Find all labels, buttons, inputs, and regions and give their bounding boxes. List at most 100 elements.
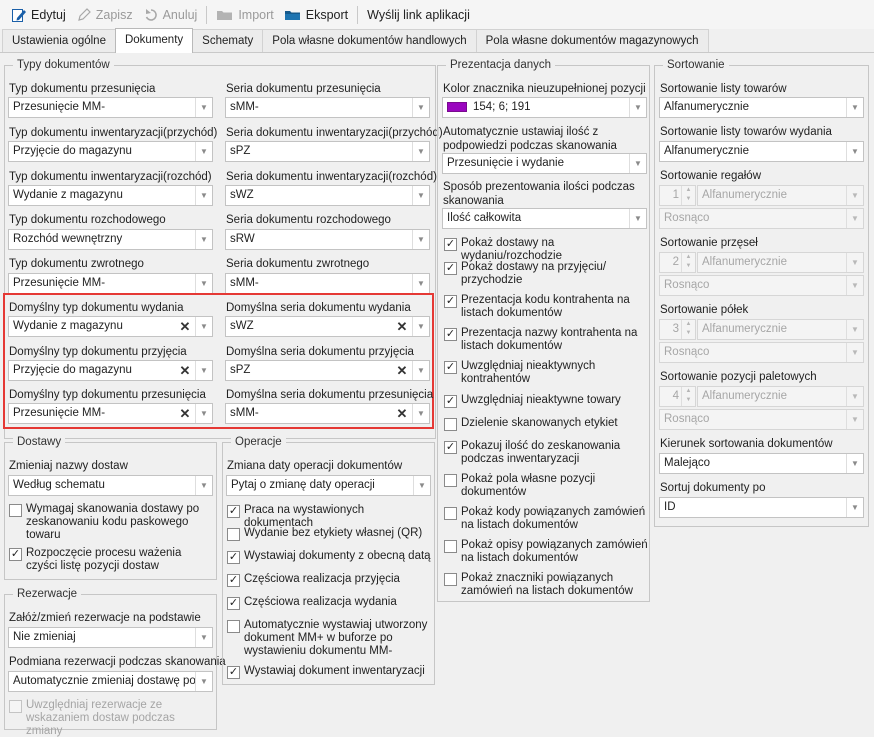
default-receipt-type-combo[interactable]: Przyjęcie do magazynu ✕ ▼	[8, 360, 213, 381]
reservation-basis-combo[interactable]: Nie zmieniaj ▼	[8, 627, 213, 648]
chevron-down-icon[interactable]: ▼	[846, 410, 863, 429]
documents-sort-by-combo[interactable]: ID ▼	[659, 497, 864, 518]
presentation-checkbox[interactable]: ✓ Uwzględniaj nieaktywne towary	[444, 394, 649, 408]
chevron-down-icon[interactable]: ▼	[412, 404, 429, 423]
default-issue-type-combo[interactable]: Wydanie z magazynu ✕ ▼	[8, 316, 213, 337]
reservation-swap-combo[interactable]: Automatycznie zmieniaj dostawę po... ▼	[8, 671, 213, 692]
bays-order-combo[interactable]: Rosnąco ▼	[659, 275, 864, 296]
auto-quantity-combo[interactable]: Przesunięcie i wydanie ▼	[442, 153, 647, 174]
chevron-down-icon[interactable]: ▼	[846, 320, 863, 339]
chevron-down-icon[interactable]: ▼	[195, 274, 212, 293]
checkbox-box[interactable]: ✓	[444, 441, 457, 454]
default-receipt-series-combo[interactable]: sPZ ✕ ▼	[225, 360, 430, 381]
tab-documents[interactable]: Dokumenty	[114, 28, 194, 53]
checkbox-box[interactable]: ✓	[444, 395, 457, 408]
chevron-down-icon[interactable]: ▼	[412, 317, 429, 336]
export-button[interactable]: Eksport	[279, 4, 353, 26]
checkbox-box[interactable]: ✓	[227, 666, 240, 679]
checkbox-box[interactable]	[444, 573, 457, 586]
pallet-positions-order-spinner[interactable]: 4 ▲ ▼	[659, 386, 696, 407]
bays-mode-combo[interactable]: Alfanumerycznie ▼	[697, 252, 864, 273]
chevron-down-icon[interactable]: ▼	[846, 387, 863, 406]
inventory-in-series-combo[interactable]: sPZ ▼	[225, 141, 430, 162]
checkbox-box[interactable]	[444, 540, 457, 553]
presentation-checkbox[interactable]: ✓ Pokaż dostawy na przyjęciu/ przychodzie	[444, 261, 649, 287]
transfer-series-combo[interactable]: sMM- ▼	[225, 97, 430, 118]
inventory-out-series-combo[interactable]: sWZ ▼	[225, 185, 430, 206]
presentation-checkbox[interactable]: ✓ Pokaż dostawy na wydaniu/rozchodzie	[444, 237, 649, 263]
spinner-arrows-icon[interactable]: ▲ ▼	[681, 253, 695, 272]
issue-series-combo[interactable]: sRW ▼	[225, 229, 430, 250]
rename-deliveries-combo[interactable]: Według schematu ▼	[8, 475, 213, 496]
presentation-checkbox[interactable]: ✓ Prezentacja nazwy kontrahenta na listac…	[444, 327, 649, 353]
checkbox-box[interactable]	[9, 700, 22, 713]
pallet-positions-order-combo[interactable]: Rosnąco ▼	[659, 409, 864, 430]
chevron-down-icon[interactable]: ▼	[195, 98, 212, 117]
chevron-down-icon[interactable]: ▼	[195, 317, 212, 336]
checkbox-box[interactable]: ✓	[444, 238, 457, 251]
goods-sort-combo[interactable]: Alfanumerycznie ▼	[659, 97, 864, 118]
operations-checkbox[interactable]: ✓ Wystawiaj dokumenty z obecną datą	[227, 550, 432, 564]
chevron-down-icon[interactable]: ▼	[846, 498, 863, 517]
chevron-down-icon[interactable]: ▼	[413, 476, 430, 495]
presentation-checkbox[interactable]: Pokaż pola własne pozycji dokumentów	[444, 473, 649, 499]
chevron-down-icon[interactable]: ▼	[629, 98, 646, 117]
clear-icon[interactable]: ✕	[392, 317, 412, 336]
checkbox-box[interactable]: ✓	[227, 597, 240, 610]
spinner-arrows-icon[interactable]: ▲ ▼	[681, 387, 695, 406]
marker-color-combo[interactable]: 154; 6; 191 ▼	[442, 97, 647, 118]
chevron-down-icon[interactable]: ▼	[846, 253, 863, 272]
chevron-down-icon[interactable]: ▼	[412, 142, 429, 161]
chevron-down-icon[interactable]: ▼	[195, 404, 212, 423]
clear-icon[interactable]: ✕	[392, 361, 412, 380]
shelves-mode-combo[interactable]: Alfanumerycznie ▼	[697, 319, 864, 340]
operations-checkbox[interactable]: Automatycznie wystawiaj utworzony dokume…	[227, 619, 432, 658]
checkbox-box[interactable]	[444, 418, 457, 431]
pallet-positions-mode-combo[interactable]: Alfanumerycznie ▼	[697, 386, 864, 407]
operations-checkbox[interactable]: ✓ Częściowa realizacja przyjęcia	[227, 573, 432, 587]
presentation-checkbox[interactable]: Dzielenie skanowanych etykiet	[444, 417, 649, 431]
date-change-combo[interactable]: Pytaj o zmianę daty operacji ▼	[226, 475, 431, 496]
tab-schemes[interactable]: Schematy	[192, 29, 264, 52]
chevron-down-icon[interactable]: ▼	[412, 230, 429, 249]
send-link-button[interactable]: Wyślij link aplikacji	[362, 4, 475, 26]
clear-icon[interactable]: ✕	[392, 404, 412, 423]
return-series-combo[interactable]: sMM- ▼	[225, 273, 430, 294]
checkbox-box[interactable]: ✓	[444, 361, 457, 374]
cancel-button[interactable]: Anuluj	[138, 4, 203, 26]
operations-checkbox[interactable]: Wydanie bez etykiety własnej (QR)	[227, 527, 432, 541]
include-reservations-checkbox[interactable]: Uwzględniaj rezerwacje ze wskazaniem dos…	[9, 699, 214, 737]
edit-button[interactable]: Edytuj	[6, 4, 71, 26]
default-transfer-series-combo[interactable]: sMM- ✕ ▼	[225, 403, 430, 424]
checkbox-box[interactable]	[227, 620, 240, 633]
presentation-checkbox[interactable]: ✓ Pokazuj ilość do zeskanowania podczas i…	[444, 440, 649, 466]
checkbox-box[interactable]: ✓	[444, 328, 457, 341]
presentation-checkbox[interactable]: Pokaż kody powiązanych zamówień na lista…	[444, 506, 649, 532]
chevron-down-icon[interactable]: ▼	[846, 276, 863, 295]
shelves-order-combo[interactable]: Rosnąco ▼	[659, 342, 864, 363]
bays-order-spinner[interactable]: 2 ▲ ▼	[659, 252, 696, 273]
shelves-order-spinner[interactable]: 3 ▲ ▼	[659, 319, 696, 340]
issue-goods-sort-combo[interactable]: Alfanumerycznie ▼	[659, 141, 864, 162]
checkbox-box[interactable]	[444, 507, 457, 520]
chevron-down-icon[interactable]: ▼	[195, 672, 212, 691]
weighing-clears-list-checkbox[interactable]: ✓ Rozpoczęcie procesu ważenia czyści list…	[9, 547, 214, 573]
chevron-down-icon[interactable]: ▼	[846, 142, 863, 161]
chevron-down-icon[interactable]: ▼	[195, 476, 212, 495]
presentation-checkbox[interactable]: Pokaż opisy powiązanych zamówień na list…	[444, 539, 649, 565]
chevron-down-icon[interactable]: ▼	[195, 186, 212, 205]
racks-mode-combo[interactable]: Alfanumerycznie ▼	[697, 185, 864, 206]
checkbox-box[interactable]: ✓	[227, 574, 240, 587]
chevron-down-icon[interactable]: ▼	[629, 209, 646, 228]
require-delivery-scan-checkbox[interactable]: Wymagaj skanowania dostawy po zeskanowan…	[9, 503, 214, 542]
clear-icon[interactable]: ✕	[175, 404, 195, 423]
checkbox-box[interactable]	[9, 504, 22, 517]
tab-custom-fields-warehouse[interactable]: Pola własne dokumentów magazynowych	[475, 29, 709, 52]
quantity-presentation-combo[interactable]: Ilość całkowita ▼	[442, 208, 647, 229]
checkbox-box[interactable]: ✓	[9, 548, 22, 561]
spinner-arrows-icon[interactable]: ▲ ▼	[681, 320, 695, 339]
clear-icon[interactable]: ✕	[175, 361, 195, 380]
racks-order-combo[interactable]: Rosnąco ▼	[659, 208, 864, 229]
inventory-in-type-combo[interactable]: Przyjęcie do magazynu ▼	[8, 141, 213, 162]
transfer-type-combo[interactable]: Przesunięcie MM- ▼	[8, 97, 213, 118]
